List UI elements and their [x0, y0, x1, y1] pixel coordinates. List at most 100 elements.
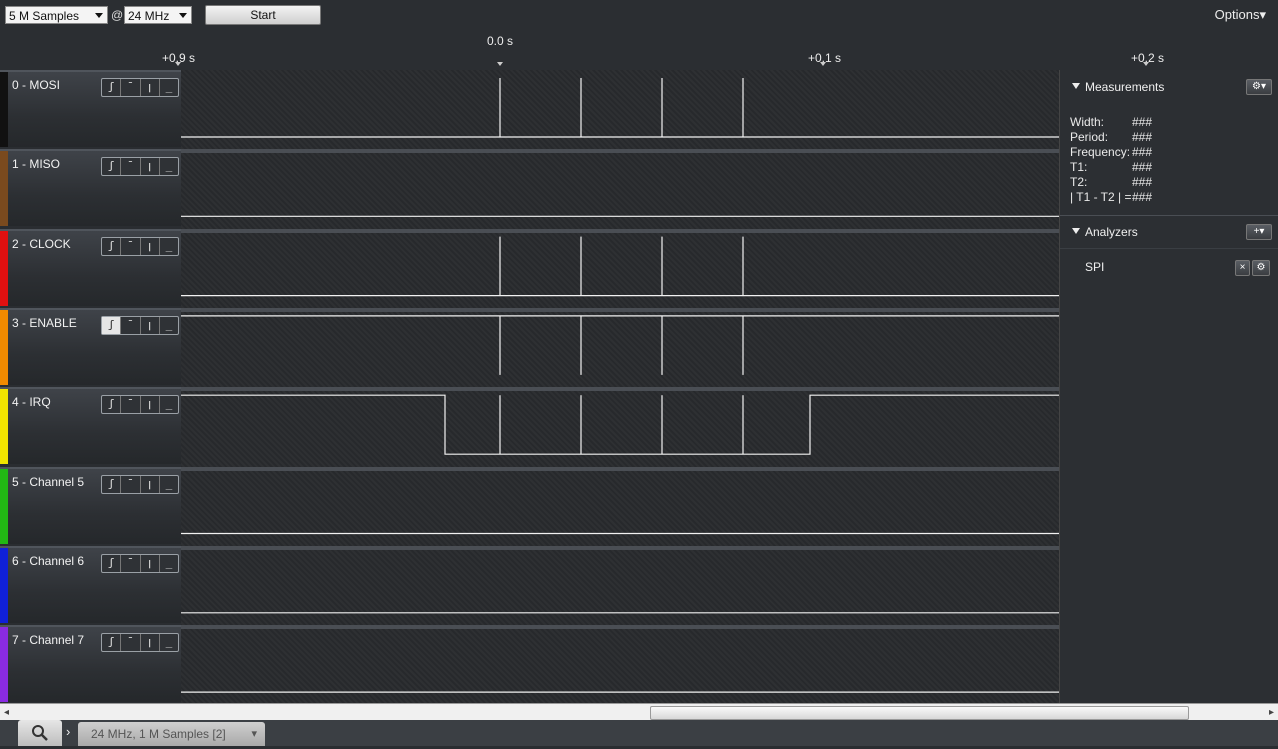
analyzer-item-spi[interactable]: SPI	[1085, 260, 1104, 274]
channel-name[interactable]: 6 - Channel 6	[12, 554, 84, 568]
panel-divider	[1060, 248, 1278, 249]
measurement-value: ###	[1132, 175, 1153, 189]
low-level-icon[interactable]: _	[160, 317, 178, 334]
trigger-selector: ʃ ¯ ꞁ _	[101, 157, 179, 176]
trigger-selector: ʃ ¯ ꞁ _	[101, 78, 179, 97]
chevron-down-icon	[95, 13, 103, 18]
measurement-row: | T1 - T2 | = ###	[1070, 190, 1152, 204]
collapse-triangle-icon[interactable]	[1072, 83, 1080, 89]
chevron-right-icon[interactable]: ›	[66, 724, 70, 739]
channel-row[interactable]: 1 - MISO ʃ ¯ ꞁ _	[0, 149, 181, 226]
panel-divider	[1060, 215, 1278, 216]
channel-color-stripe	[0, 231, 8, 306]
session-tab-bar: › 24 MHz, 1 M Samples [2] ▾	[0, 720, 1278, 746]
irq-trace	[181, 394, 1059, 455]
low-level-icon[interactable]: _	[160, 634, 178, 651]
measurement-label: Frequency:	[1070, 145, 1131, 159]
horizontal-scrollbar[interactable]: ◂ ▸	[0, 703, 1278, 721]
high-level-icon[interactable]: ¯	[121, 476, 141, 493]
at-label: @	[111, 8, 124, 22]
scroll-left-icon[interactable]: ◂	[4, 707, 9, 718]
samples-select[interactable]: 5 M Samples	[5, 6, 108, 24]
channel-name[interactable]: 0 - MOSI	[12, 78, 60, 92]
measurement-value: ###	[1132, 130, 1153, 144]
start-button[interactable]: Start	[205, 5, 321, 25]
falling-edge-icon[interactable]: ꞁ	[141, 158, 160, 175]
rising-edge-icon[interactable]: ʃ	[102, 317, 122, 334]
trigger-selector: ʃ ¯ ꞁ _	[101, 475, 179, 494]
falling-edge-icon[interactable]: ꞁ	[141, 238, 160, 255]
channel-name[interactable]: 5 - Channel 5	[12, 475, 84, 489]
channel-name[interactable]: 1 - MISO	[12, 157, 60, 171]
measurements-settings-button[interactable]: ⚙▾	[1246, 79, 1272, 95]
channel-row[interactable]: 3 - ENABLE ʃ ¯ ꞁ _	[0, 308, 181, 385]
search-icon	[32, 725, 48, 741]
search-tab[interactable]	[18, 720, 62, 746]
channel-row[interactable]: 5 - Channel 5 ʃ ¯ ꞁ _	[0, 467, 181, 544]
scroll-right-icon[interactable]: ▸	[1269, 707, 1274, 718]
channel-color-stripe	[0, 72, 8, 147]
high-level-icon[interactable]: ¯	[121, 158, 141, 175]
scrollbar-thumb[interactable]	[650, 706, 1189, 720]
low-level-icon[interactable]: _	[160, 158, 178, 175]
tick-marker-icon	[497, 62, 503, 66]
high-level-icon[interactable]: ¯	[121, 634, 141, 651]
time-tick-label: 0.0 s	[487, 34, 514, 48]
measurement-value: ###	[1132, 160, 1153, 174]
tick-marker-icon	[820, 62, 826, 66]
remove-analyzer-button[interactable]: ×	[1235, 260, 1250, 276]
rising-edge-icon[interactable]: ʃ	[102, 158, 122, 175]
low-level-icon[interactable]: _	[160, 476, 178, 493]
falling-edge-icon[interactable]: ꞁ	[141, 317, 160, 334]
analyzer-settings-button[interactable]: ⚙	[1252, 260, 1270, 276]
sample-rate-select[interactable]: 24 MHz	[124, 6, 192, 24]
high-level-icon[interactable]: ¯	[121, 317, 141, 334]
low-level-icon[interactable]: _	[160, 79, 178, 96]
measurement-row: Width: ###	[1070, 115, 1152, 129]
tick-marker-icon	[1143, 62, 1149, 66]
session-tab[interactable]: 24 MHz, 1 M Samples [2] ▾	[78, 722, 265, 746]
high-level-icon[interactable]: ¯	[121, 555, 141, 572]
falling-edge-icon[interactable]: ꞁ	[141, 476, 160, 493]
session-tab-label: 24 MHz, 1 M Samples [2]	[91, 727, 226, 741]
channel-name[interactable]: 4 - IRQ	[12, 395, 51, 409]
falling-edge-icon[interactable]: ꞁ	[141, 396, 160, 413]
add-analyzer-button[interactable]: +▾	[1246, 224, 1272, 240]
low-level-icon[interactable]: _	[160, 396, 178, 413]
high-level-icon[interactable]: ¯	[121, 79, 141, 96]
rising-edge-icon[interactable]: ʃ	[102, 555, 122, 572]
low-level-icon[interactable]: _	[160, 238, 178, 255]
channel-name[interactable]: 7 - Channel 7	[12, 633, 84, 647]
channel-row[interactable]: 6 - Channel 6 ʃ ¯ ꞁ _	[0, 546, 181, 623]
channel-row[interactable]: 4 - IRQ ʃ ¯ ꞁ _	[0, 387, 181, 464]
rising-edge-icon[interactable]: ʃ	[102, 238, 122, 255]
measurement-value: ###	[1132, 115, 1153, 129]
channel-name[interactable]: 2 - CLOCK	[12, 237, 71, 251]
falling-edge-icon[interactable]: ꞁ	[141, 555, 160, 572]
options-menu[interactable]: Options▾	[1215, 7, 1266, 23]
high-level-icon[interactable]: ¯	[121, 396, 141, 413]
measurement-value: ###	[1132, 190, 1153, 204]
low-level-icon[interactable]: _	[160, 555, 178, 572]
channel-name[interactable]: 3 - ENABLE	[12, 316, 77, 330]
chevron-down-icon[interactable]: ▾	[251, 722, 257, 746]
high-level-icon[interactable]: ¯	[121, 238, 141, 255]
collapse-triangle-icon[interactable]	[1072, 228, 1080, 234]
time-ruler[interactable]: +0.9 s 0.0 s +0.1 s +0.2 s	[0, 30, 1278, 70]
trigger-selector: ʃ ¯ ꞁ _	[101, 554, 179, 573]
falling-edge-icon[interactable]: ꞁ	[141, 634, 160, 651]
rising-edge-icon[interactable]: ʃ	[102, 476, 122, 493]
measurements-title: Measurements	[1085, 80, 1165, 94]
rising-edge-icon[interactable]: ʃ	[102, 634, 122, 651]
channel-color-stripe	[0, 469, 8, 544]
channel-row[interactable]: 7 - Channel 7 ʃ ¯ ꞁ _	[0, 625, 181, 702]
measurement-label: | T1 - T2 | =	[1070, 190, 1132, 204]
channel-row[interactable]: 2 - CLOCK ʃ ¯ ꞁ _	[0, 229, 181, 306]
rising-edge-icon[interactable]: ʃ	[102, 396, 122, 413]
falling-edge-icon[interactable]: ꞁ	[141, 79, 160, 96]
measurement-row: T2: ###	[1070, 175, 1152, 189]
rising-edge-icon[interactable]: ʃ	[102, 79, 122, 96]
channel-row[interactable]: 0 - MOSI ʃ ¯ ꞁ _	[0, 70, 181, 147]
measurement-label: Period:	[1070, 130, 1109, 144]
signal-traces	[181, 78, 1059, 693]
